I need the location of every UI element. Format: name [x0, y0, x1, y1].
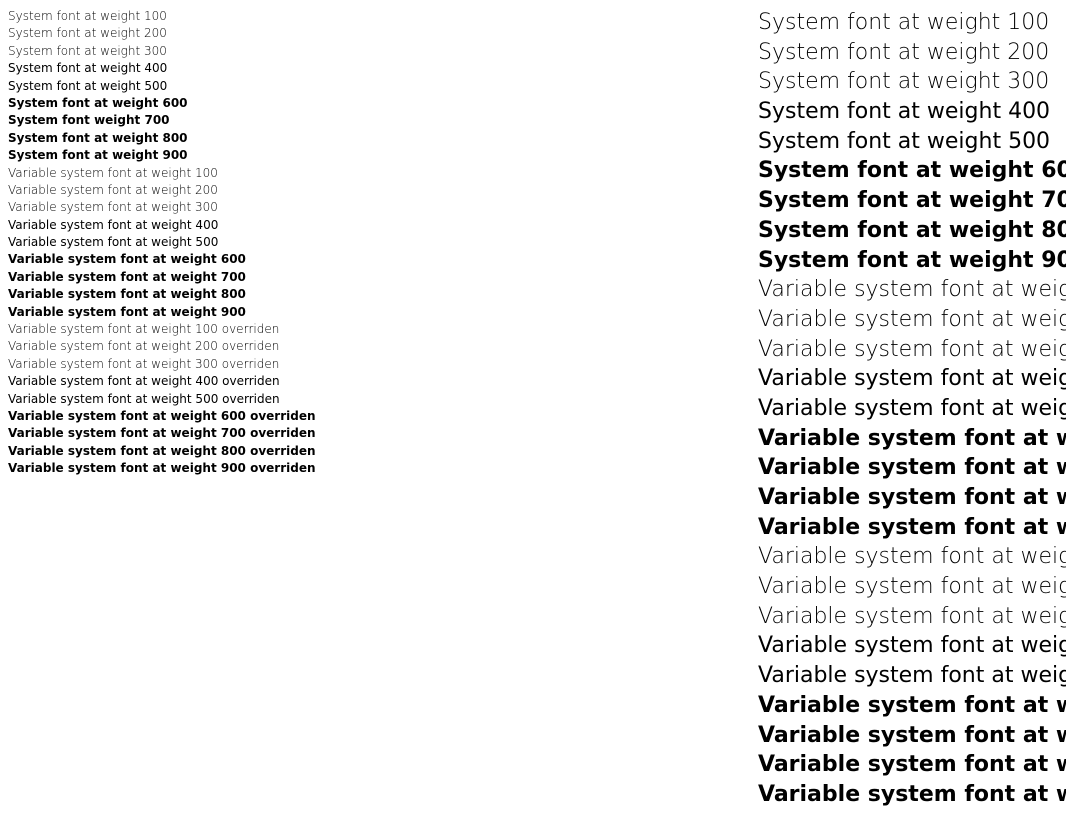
font-line: Variable system font at weight 500 overr…: [8, 391, 318, 408]
font-demo-columns: System font at weight 100System font at …: [8, 8, 1058, 810]
font-line: Variable system font at weight 200 overr…: [758, 572, 1066, 602]
font-line: Variable system font at weight 900 overr…: [8, 460, 318, 477]
font-line: Variable system font at weight 700 overr…: [8, 425, 318, 442]
font-line: Variable system font at weight 100: [758, 275, 1066, 305]
font-line: Variable system font at weight 700: [758, 453, 1066, 483]
font-line: System font at weight 600: [8, 95, 318, 112]
font-line: System font at weight 100: [8, 8, 318, 25]
font-line: Variable system font at weight 100: [8, 165, 318, 182]
font-line: System font at weight 800: [758, 216, 1066, 246]
font-line: Variable system font at weight 800: [8, 286, 318, 303]
font-line: Variable system font at weight 700: [8, 269, 318, 286]
font-line: System font at weight 100: [758, 8, 1066, 38]
font-line: Variable system font at weight 800 overr…: [758, 750, 1066, 780]
font-line: Variable system font at weight 100 overr…: [8, 321, 318, 338]
font-line: Variable system font at weight 600 overr…: [758, 691, 1066, 721]
font-line: Variable system font at weight 300: [8, 199, 318, 216]
font-line: Variable system font at weight 400 overr…: [8, 373, 318, 390]
font-line: Variable system font at weight 200: [758, 305, 1066, 335]
font-line: System font at weight 400: [8, 60, 318, 77]
font-line: Variable system font at weight 700 overr…: [758, 721, 1066, 751]
font-line: Variable system font at weight 300 overr…: [758, 602, 1066, 632]
font-line: System font at weight 200: [758, 38, 1066, 68]
font-line: Variable system font at weight 300: [758, 335, 1066, 365]
font-line: Variable system font at weight 600: [8, 251, 318, 268]
font-line: Variable system font at weight 900: [758, 513, 1066, 543]
font-line: Variable system font at weight 400: [8, 217, 318, 234]
font-line: Variable system font at weight 900: [8, 304, 318, 321]
font-line: Variable system font at weight 400: [758, 364, 1066, 394]
font-line: System font at weight 700: [758, 186, 1066, 216]
font-line: Variable system font at weight 200 overr…: [8, 338, 318, 355]
right-column: System font at weight 100System font at …: [318, 8, 1066, 810]
font-line: Variable system font at weight 300 overr…: [8, 356, 318, 373]
font-line: System font at weight 500: [758, 127, 1066, 157]
font-line: System font weight 700: [8, 112, 318, 129]
font-line: System font at weight 500: [8, 78, 318, 95]
font-line: Variable system font at weight 200: [8, 182, 318, 199]
font-line: Variable system font at weight 100 overr…: [758, 542, 1066, 572]
font-line: System font at weight 900: [8, 147, 318, 164]
font-line: Variable system font at weight 800 overr…: [8, 443, 318, 460]
font-line: Variable system font at weight 400 overr…: [758, 631, 1066, 661]
left-column: System font at weight 100System font at …: [8, 8, 318, 810]
font-line: System font at weight 300: [758, 67, 1066, 97]
font-line: System font at weight 200: [8, 25, 318, 42]
font-line: System font at weight 600: [758, 156, 1066, 186]
font-line: Variable system font at weight 800: [758, 483, 1066, 513]
font-line: Variable system font at weight 600 overr…: [8, 408, 318, 425]
font-line: System font at weight 900: [758, 246, 1066, 276]
font-line: System font at weight 400: [758, 97, 1066, 127]
font-line: Variable system font at weight 900 overr…: [758, 780, 1066, 810]
font-line: Variable system font at weight 500 overr…: [758, 661, 1066, 691]
font-line: Variable system font at weight 600: [758, 424, 1066, 454]
font-line: System font at weight 800: [8, 130, 318, 147]
font-line: Variable system font at weight 500: [758, 394, 1066, 424]
font-line: Variable system font at weight 500: [8, 234, 318, 251]
font-line: System font at weight 300: [8, 43, 318, 60]
